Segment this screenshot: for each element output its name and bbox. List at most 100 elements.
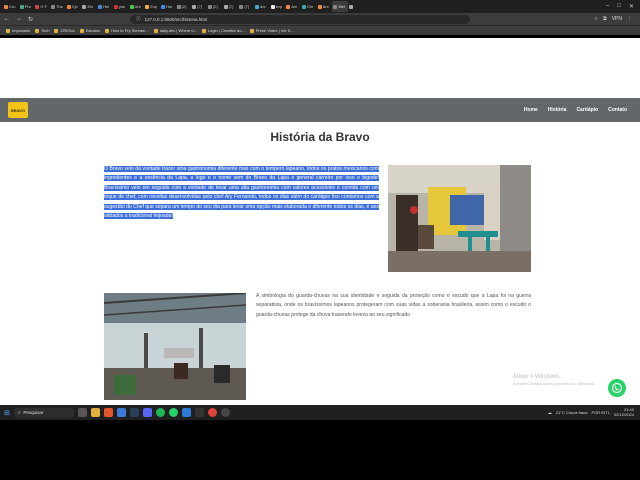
bookmark-item[interactable]: Importado: [6, 28, 30, 33]
browser-tab[interactable]: Pro: [19, 1, 35, 12]
browser-toolbar-right: ☆ ⧉ VPN ⋮: [594, 16, 632, 22]
taskbar-search[interactable]: ⌕ Pesquisar: [13, 407, 74, 418]
windows-activation-watermark: Ativar o Windows Acesse Configurações pa…: [513, 374, 595, 387]
bookmark-label: CRIOco: [60, 28, 75, 33]
site-info-icon[interactable]: ⓘ: [136, 16, 141, 22]
tab-label: (7): [197, 4, 203, 9]
weather-text[interactable]: 21°C Chuva fraca: [556, 410, 588, 415]
browser-tab[interactable]: Hel: [97, 1, 113, 12]
browser-tab[interactable]: [348, 1, 364, 12]
bookmark-label: daily.dev | Where d...: [159, 28, 197, 33]
tab-favicon-icon: [192, 4, 197, 9]
browser-tab[interactable]: Eni: [81, 1, 97, 12]
windows-start-icon[interactable]: ⊞: [4, 409, 10, 417]
whatsapp-button[interactable]: [608, 379, 626, 397]
browser-tab[interactable]: (2): [207, 1, 223, 12]
steam-icon[interactable]: [129, 408, 139, 417]
chrome-icon[interactable]: [207, 408, 217, 417]
obs-icon[interactable]: [220, 408, 230, 417]
browser-tab[interactable]: Gel: [332, 1, 349, 12]
clock-date: 02/12/2024: [613, 412, 634, 417]
tab-favicon-icon: [302, 4, 307, 9]
browser-tab[interactable]: exp: [270, 1, 286, 12]
file-explorer-icon[interactable]: [90, 408, 100, 417]
maximize-icon[interactable]: □: [617, 3, 621, 10]
tab-label: The: [56, 4, 63, 9]
bookmark-item[interactable]: Estudos: [79, 28, 100, 33]
browser-tab[interactable]: Cin: [301, 1, 317, 12]
extensions-icon[interactable]: ⧉: [603, 16, 607, 22]
taskview-icon[interactable]: [77, 408, 87, 417]
tab-label: (7): [228, 4, 234, 9]
discord-icon[interactable]: [142, 408, 152, 417]
bookmark-item[interactable]: Tech: [35, 28, 49, 33]
taskbar-search-placeholder: Pesquisar: [23, 410, 44, 415]
terminal-icon[interactable]: [194, 408, 204, 417]
browser-tab[interactable]: (2): [176, 1, 192, 12]
tab-favicon-icon: [98, 4, 103, 9]
minimize-icon[interactable]: –: [606, 3, 609, 10]
bookmark-item[interactable]: How to Fry Scream...: [105, 28, 149, 33]
browser-tab[interactable]: Cjn: [66, 1, 82, 12]
browser-tab[interactable]: O F: [34, 1, 50, 12]
tab-label: (2): [212, 4, 218, 9]
system-tray: ☁ 21°C Chuva fraca POR INTL 21:42 02/12/…: [548, 407, 634, 417]
address-bar[interactable]: ⓘ 127.0.0.1:5500/src/historia.html: [130, 14, 470, 24]
brave-icon[interactable]: [103, 408, 113, 417]
nav-contato[interactable]: Contato: [608, 107, 627, 113]
browser-tab[interactable]: Exp: [144, 1, 160, 12]
folder-icon: [35, 28, 40, 33]
window-controls: – □ ✕: [606, 3, 640, 10]
site-nav: Home História Cardápio Contato: [524, 107, 627, 113]
folder-icon: [201, 28, 206, 33]
browser-tab[interactable]: Cru: [3, 1, 19, 12]
browser-tab[interactable]: (7): [191, 1, 207, 12]
history-paragraph-1: O Bravo veio da vontade trazer uma gastr…: [104, 165, 379, 221]
close-icon[interactable]: ✕: [629, 3, 634, 10]
nav-cardapio[interactable]: Cardápio: [576, 107, 598, 113]
browser-tab[interactable]: Ure: [129, 1, 145, 12]
browser-tab[interactable]: (7): [223, 1, 239, 12]
browser-tab[interactable]: (7): [238, 1, 254, 12]
terrace-photo: [104, 293, 246, 400]
tab-favicon-icon: [207, 4, 212, 9]
site-header-bar: BRAVO Home História Cardápio Contato: [0, 98, 640, 122]
browser-tab[interactable]: The: [50, 1, 66, 12]
bookmark-item[interactable]: CRIOco: [54, 28, 75, 33]
restaurant-interior-photo: [388, 165, 531, 272]
forward-icon[interactable]: →: [16, 16, 22, 22]
nav-home[interactable]: Home: [524, 107, 538, 113]
vpn-badge[interactable]: VPN: [612, 16, 622, 22]
tab-favicon-icon: [19, 4, 24, 9]
lang-indicator[interactable]: POR INTL: [592, 410, 610, 415]
browser-tab[interactable]: Ani: [317, 1, 333, 12]
tab-label: O F: [40, 4, 48, 9]
bookmark-item[interactable]: daily.dev | Where d...: [153, 28, 197, 33]
bookmark-item[interactable]: Login | Creative do...: [201, 28, 245, 33]
nav-historia[interactable]: História: [548, 107, 567, 113]
tab-label: Cjn: [71, 4, 78, 9]
browser-tab[interactable]: Hor: [160, 1, 176, 12]
weather-icon: ☁: [547, 409, 552, 415]
bookmark-label: Prime Video | Ver fi...: [255, 28, 294, 33]
spotify-icon[interactable]: [155, 408, 165, 417]
bravo-logo[interactable]: BRAVO: [8, 102, 28, 118]
browser-tab[interactable]: you: [113, 1, 129, 12]
menu-icon[interactable]: ⋮: [627, 16, 632, 22]
windows-taskbar: ⊞ ⌕ Pesquisar ☁ 21°C Chuva fraca POR INT…: [0, 405, 640, 420]
folder-icon: [54, 28, 59, 33]
clock[interactable]: 21:42 02/12/2024: [614, 407, 634, 417]
bookmark-label: How to Fry Scream...: [111, 28, 149, 33]
browser-tab[interactable]: dor: [254, 1, 270, 12]
vscode-icon[interactable]: [181, 408, 191, 417]
bookmark-star-icon[interactable]: ☆: [594, 16, 598, 22]
browser-tab[interactable]: Ani: [285, 1, 301, 12]
reload-icon[interactable]: ↻: [28, 16, 33, 23]
whatsapp-app-icon[interactable]: [168, 408, 178, 417]
back-icon[interactable]: ←: [4, 16, 10, 22]
tab-label: Hor: [165, 4, 173, 9]
store-icon[interactable]: [116, 408, 126, 417]
whatsapp-icon: [611, 382, 623, 394]
bookmark-item[interactable]: Prime Video | Ver fi...: [249, 28, 294, 33]
folder-icon: [79, 28, 84, 33]
